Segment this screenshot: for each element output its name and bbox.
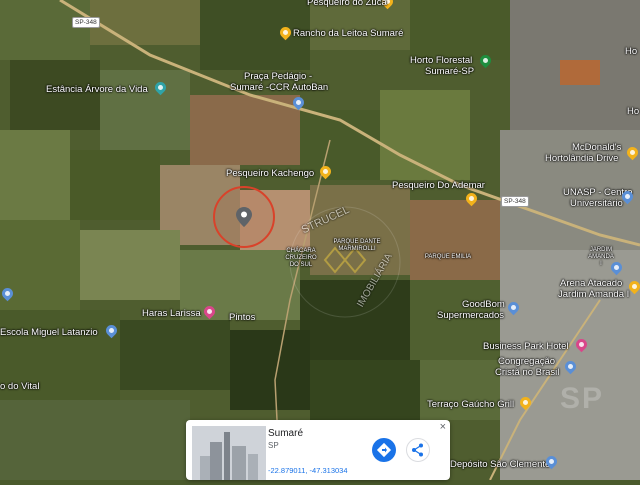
poi-arena-atacado[interactable]: Arena Atacado <box>560 278 622 289</box>
poi-mcdonalds-sub: Hortolândia Drive <box>545 153 619 164</box>
location-thumbnail[interactable] <box>192 426 266 480</box>
poi-haras-larissa[interactable]: Haras Larissa <box>142 308 201 319</box>
satellite-map[interactable] <box>0 0 640 480</box>
area-chacara-cruzeiro: CHÁCARA CRUZEIRO DO SUL <box>285 248 317 268</box>
poi-pesqueiro-zuca[interactable]: Pesqueiro do Zuca <box>307 0 387 8</box>
corner-watermark: SP <box>560 382 605 415</box>
poi-congregacao[interactable]: Congregação <box>498 356 555 367</box>
poi-estancia-arvore[interactable]: Estância Árvore da Vida <box>46 84 148 95</box>
poi-deposito[interactable]: Depósito São Clemente <box>450 459 550 470</box>
share-button[interactable] <box>406 438 430 462</box>
poi-goodbom-sub: Supermercados <box>437 310 505 321</box>
location-info-card[interactable]: Sumaré SP -22.879011, -47.313034 × <box>186 420 450 480</box>
poi-pesqueiro-kachengo[interactable]: Pesqueiro Kachengo <box>226 168 314 179</box>
share-icon <box>412 443 423 457</box>
poi-mcdonalds[interactable]: McDonald's <box>572 142 621 153</box>
directions-icon <box>376 442 392 458</box>
poi-congregacao-sub: Cristã no Brasil <box>495 367 560 378</box>
close-button[interactable]: × <box>440 421 446 433</box>
road-badge-sp348-east: SP-348 <box>501 196 529 207</box>
poi-business-park[interactable]: Business Park Hotel <box>483 341 569 352</box>
dropped-pin-icon[interactable] <box>236 207 252 227</box>
location-coordinates[interactable]: -22.879011, -47.313034 <box>268 466 348 475</box>
poi-horto-florestal[interactable]: Horto Florestal <box>410 55 472 66</box>
poi-goodbom[interactable]: GoodBom <box>462 299 505 310</box>
poi-praca-pedagio[interactable]: Praça Pedágio - <box>244 71 312 82</box>
poi-do-vital[interactable]: o do Vital <box>0 381 39 392</box>
area-parque-dante: PARQUE DANTE MARMIROLLI <box>333 239 381 252</box>
road-badge-sp348-west: SP-348 <box>72 17 100 28</box>
poi-pintos[interactable]: Pintos <box>229 312 255 323</box>
poi-arena-atacado-sub: Jardim Amanda I <box>558 289 630 300</box>
poi-terraco-gaucho[interactable]: Terraço Gaúcho Grill <box>427 399 514 410</box>
location-subtitle: SP <box>268 441 279 450</box>
poi-unasp-sub: Universitário <box>570 198 623 209</box>
poi-pesqueiro-ademar[interactable]: Pesqueiro Do Ademar <box>392 180 485 191</box>
poi-rancho-leitoa[interactable]: Rancho da Leitoa Sumaré <box>293 28 403 39</box>
poi-ho-right[interactable]: Ho <box>625 46 637 57</box>
poi-escola-miguel[interactable]: Escola Miguel Latanzio <box>0 327 98 338</box>
directions-button[interactable] <box>372 438 396 462</box>
location-title: Sumaré <box>268 428 304 439</box>
street-view-image-icon <box>192 426 266 480</box>
poi-horto-florestal-sub: Sumaré-SP <box>425 66 475 77</box>
poi-ho-right-2[interactable]: Ho <box>627 106 639 117</box>
area-parque-emilia: PARQUE EMILIA <box>424 254 472 260</box>
poi-praca-pedagio-sub: Sumaré -CCR AutoBan <box>230 82 329 93</box>
